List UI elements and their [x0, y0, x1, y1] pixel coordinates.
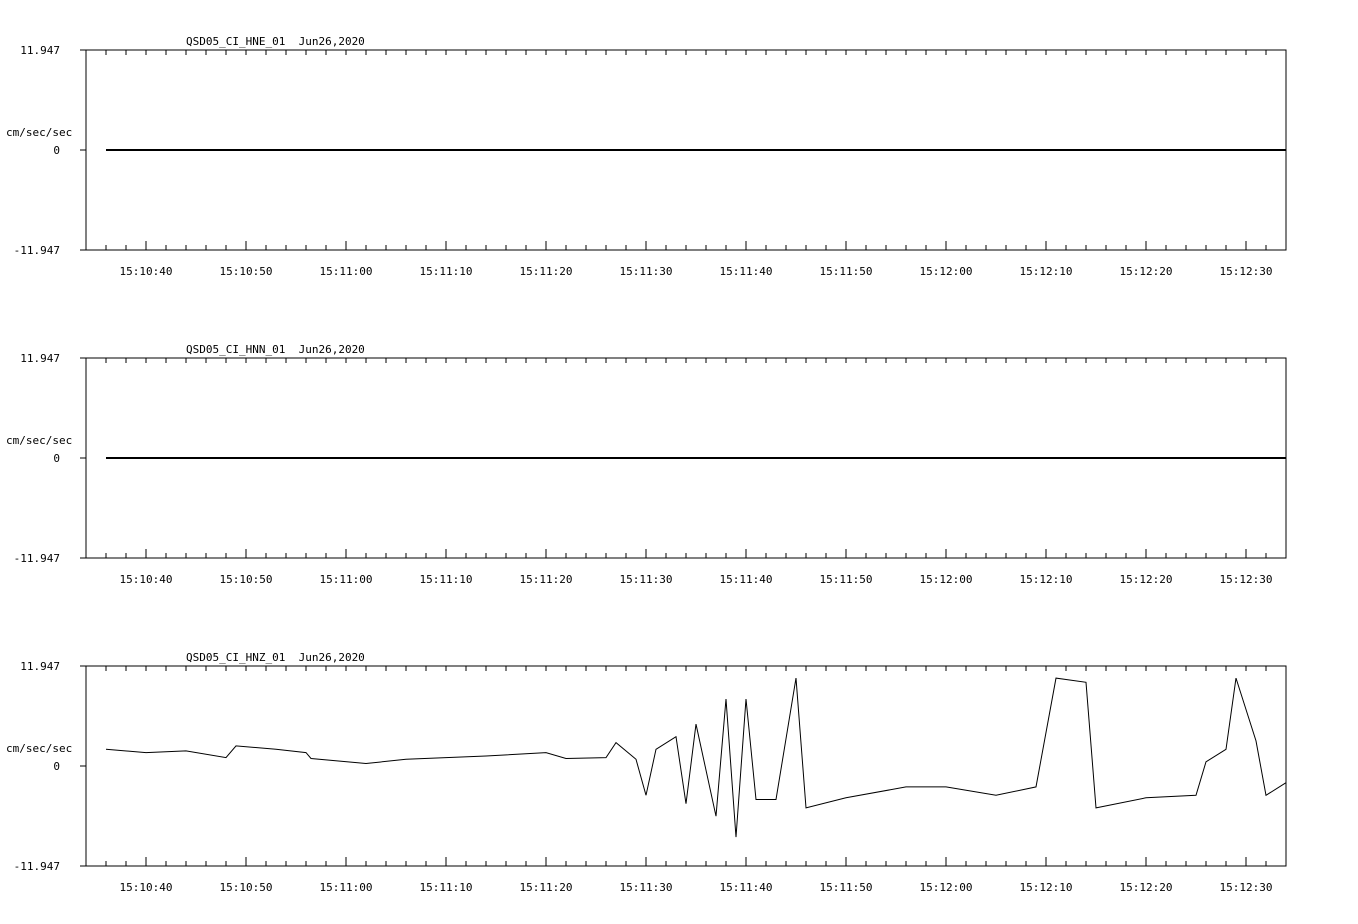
y-tick-label: 11.947: [20, 352, 60, 365]
waveform-series: [105, 677, 1287, 838]
y-axis-label: cm/sec/sec: [6, 434, 72, 447]
x-tick-label: 15:11:30: [620, 573, 673, 586]
y-tick-label: 0: [53, 144, 60, 157]
x-tick-label: 15:12:30: [1220, 265, 1273, 278]
x-tick-label: 15:12:10: [1020, 265, 1073, 278]
x-tick-label: 15:12:10: [1020, 573, 1073, 586]
x-tick-label: 15:11:10: [420, 265, 473, 278]
x-tick-label: 15:11:20: [520, 573, 573, 586]
x-tick-label: 15:12:20: [1120, 881, 1173, 894]
chart-panel-hnz: 15:10:40 15:10:50 15:11:00 15:11:10 15:11:20…: [6, 651, 1287, 894]
x-tick-label: 15:11:50: [820, 573, 873, 586]
y-tick-label: 0: [53, 452, 60, 465]
x-tick-label: 15:10:50: [220, 265, 273, 278]
chart-panel-hnn: 15:10:40 15:10:50 15:11:00 15:11:10 15:11:20…: [6, 343, 1287, 586]
y-axis-label: cm/sec/sec: [6, 126, 72, 139]
x-tick-label: 15:12:30: [1220, 573, 1273, 586]
plot-frame: [85, 665, 1287, 867]
x-tick-label: 15:12:00: [920, 265, 973, 278]
x-tick-label: 15:11:00: [320, 265, 373, 278]
y-tick-label: 11.947: [20, 660, 60, 673]
x-tick-label: 15:11:40: [720, 881, 773, 894]
x-tick-label: 15:10:40: [120, 265, 173, 278]
chart-title: QSD05_CI_HNE_01 Jun26,2020: [186, 35, 365, 48]
x-tick-label: 15:11:10: [420, 881, 473, 894]
x-tick-label: 15:11:20: [520, 881, 573, 894]
chart-title: QSD05_CI_HNZ_01 Jun26,2020: [186, 651, 365, 664]
x-tick-label: 15:11:10: [420, 573, 473, 586]
y-tick-label: -11.947: [14, 244, 60, 257]
chart-panel-hne: 15:10:40 15:10:50 15:11:00 15:11:10 15:11:20…: [6, 35, 1287, 278]
x-tick-label: 15:11:40: [720, 573, 773, 586]
y-tick-label: -11.947: [14, 552, 60, 565]
x-tick-label: 15:10:50: [220, 573, 273, 586]
x-tick-label: 15:11:30: [620, 881, 673, 894]
x-tick-label: 15:11:50: [820, 881, 873, 894]
x-tick-label: 15:11:20: [520, 265, 573, 278]
x-tick-label: 15:11:50: [820, 265, 873, 278]
y-tick-label: 11.947: [20, 44, 60, 57]
y-tick-label: -11.947: [14, 860, 60, 873]
y-axis-label: cm/sec/sec: [6, 742, 72, 755]
x-tick-label: 15:10:40: [120, 573, 173, 586]
x-tick-label: 15:10:50: [220, 881, 273, 894]
y-tick-label: 0: [53, 760, 60, 773]
x-tick-label: 15:12:00: [920, 881, 973, 894]
x-tick-label: 15:12:20: [1120, 265, 1173, 278]
x-tick-label: 15:12:00: [920, 573, 973, 586]
x-tick-label: 15:11:00: [320, 881, 373, 894]
x-tick-label: 15:12:20: [1120, 573, 1173, 586]
x-tick-label: 15:11:30: [620, 265, 673, 278]
chart-title: QSD05_CI_HNN_01 Jun26,2020: [186, 343, 365, 356]
x-tick-label: 15:12:30: [1220, 881, 1273, 894]
seismogram-figure: 15:10:40 15:10:50 15:11:00 15:11:10 15:11:20…: [6, 35, 1287, 894]
x-tick-label: 15:10:40: [120, 881, 173, 894]
x-tick-label: 15:12:10: [1020, 881, 1073, 894]
x-tick-label: 15:11:40: [720, 265, 773, 278]
x-tick-label: 15:11:00: [320, 573, 373, 586]
